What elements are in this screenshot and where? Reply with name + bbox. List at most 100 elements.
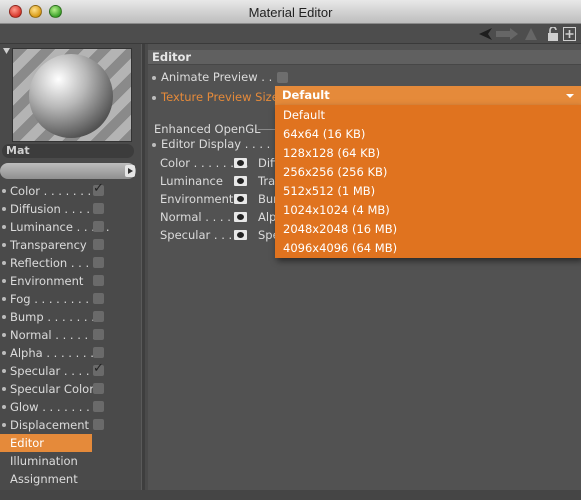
channel-dot bbox=[2, 207, 6, 211]
channel-label: Color . . . . . . . . bbox=[10, 184, 99, 198]
channel-dot bbox=[2, 333, 6, 337]
channel-item[interactable]: Color . . . . . . . . bbox=[0, 180, 108, 200]
channel-label: Diffusion . . . . . . bbox=[10, 202, 105, 216]
channel-item[interactable]: Specular . . . . . bbox=[0, 360, 108, 380]
new-window-icon[interactable] bbox=[563, 27, 576, 41]
channel-dot bbox=[2, 315, 6, 319]
channel-checkbox[interactable] bbox=[93, 203, 104, 214]
channel-checkbox[interactable] bbox=[93, 275, 104, 286]
menu-item[interactable]: 64x64 (16 KB) bbox=[283, 125, 365, 144]
window-title: Material Editor bbox=[248, 5, 333, 20]
menu-item[interactable]: 512x512 (1 MB) bbox=[283, 182, 375, 201]
menu-item[interactable]: 4096x4096 (64 MB) bbox=[283, 239, 397, 258]
channel-label: Fog . . . . . . . . . bbox=[10, 292, 97, 306]
channel-label: Specular . . . . . bbox=[10, 364, 97, 378]
display-label: Normal . . . . . bbox=[160, 210, 239, 224]
channel-label: Reflection . . . . bbox=[10, 256, 97, 270]
channel-checkbox[interactable] bbox=[93, 221, 104, 232]
channel-item[interactable]: Specular Color bbox=[0, 380, 108, 398]
unlock-icon[interactable] bbox=[547, 27, 559, 41]
eye-icon[interactable] bbox=[234, 194, 247, 204]
up-arrow-icon[interactable] bbox=[524, 27, 538, 41]
eye-icon[interactable] bbox=[234, 176, 247, 186]
channel-checkbox[interactable] bbox=[93, 293, 104, 304]
animate-preview-label: Animate Preview . . . . bbox=[161, 70, 287, 84]
channel-checkbox[interactable] bbox=[93, 401, 104, 412]
channel-checkbox[interactable] bbox=[93, 257, 104, 268]
preview-menu-icon[interactable] bbox=[3, 48, 10, 54]
channel-label: Glow . . . . . . . . bbox=[10, 400, 98, 414]
back-arrow-icon[interactable] bbox=[478, 27, 494, 41]
channel-dot bbox=[2, 225, 6, 229]
channel-item[interactable]: Editor bbox=[0, 434, 92, 452]
channel-item[interactable]: Alpha . . . . . . . . bbox=[0, 344, 108, 362]
menu-item[interactable]: 1024x1024 (4 MB) bbox=[283, 201, 390, 220]
texture-preview-size-label: Texture Preview Size bbox=[161, 90, 279, 104]
display-label: Environment bbox=[160, 192, 234, 206]
animate-preview-checkbox[interactable] bbox=[277, 72, 288, 83]
eye-icon[interactable] bbox=[234, 212, 247, 222]
channel-item[interactable]: Bump . . . . . . . . bbox=[0, 308, 108, 326]
channel-label: Assignment bbox=[10, 472, 78, 486]
channel-item[interactable]: Glow . . . . . . . . bbox=[0, 398, 108, 416]
animate-preview-dot bbox=[152, 75, 156, 80]
menu-item[interactable]: 256x256 (256 KB) bbox=[283, 163, 387, 182]
toolbar bbox=[0, 24, 581, 44]
channel-checkbox[interactable] bbox=[93, 347, 104, 358]
material-preview[interactable] bbox=[12, 48, 132, 142]
channel-checkbox[interactable] bbox=[93, 419, 104, 430]
channel-label: Specular Color bbox=[10, 382, 94, 396]
dropdown-selected-value: Default bbox=[282, 88, 330, 102]
chevron-down-icon bbox=[566, 94, 574, 98]
channel-dot bbox=[2, 279, 6, 283]
channel-dot bbox=[2, 405, 6, 409]
channel-checkbox[interactable] bbox=[93, 180, 104, 198]
bottom-edge bbox=[0, 490, 581, 500]
forward-arrow-icon[interactable] bbox=[494, 27, 520, 41]
channel-item[interactable]: Environment bbox=[0, 272, 108, 290]
channel-panel: Mat Color . . . . . . . . Diffusion . . .… bbox=[0, 44, 141, 500]
channel-label: Bump . . . . . . . . bbox=[10, 310, 103, 324]
channel-checkbox[interactable] bbox=[93, 383, 104, 394]
channel-item[interactable]: Reflection . . . . bbox=[0, 254, 108, 272]
eye-icon[interactable] bbox=[234, 230, 247, 240]
preview-sphere bbox=[29, 54, 113, 138]
channel-dot bbox=[2, 351, 6, 355]
editor-display-label: Editor Display . . . . . . . bbox=[161, 137, 293, 151]
channel-item[interactable]: Diffusion . . . . . . bbox=[0, 200, 108, 218]
channel-checkbox[interactable] bbox=[93, 311, 104, 322]
channel-item[interactable]: Luminance . . . . . bbox=[0, 218, 109, 236]
editor-display-row: Editor Display . . . . . . . bbox=[152, 137, 292, 151]
display-label: Luminance bbox=[160, 174, 223, 188]
menu-item[interactable]: 2048x2048 (16 MB) bbox=[283, 220, 397, 239]
channel-label: Transparency bbox=[10, 238, 87, 252]
channel-label: Editor bbox=[10, 436, 45, 450]
animate-preview-row: Animate Preview . . . . bbox=[152, 70, 287, 84]
channel-checkbox[interactable] bbox=[93, 239, 104, 250]
menu-item[interactable]: 128x128 (64 KB) bbox=[283, 144, 380, 163]
scroll-right-icon[interactable] bbox=[125, 165, 135, 177]
eye-icon[interactable] bbox=[234, 158, 247, 168]
channel-dot bbox=[2, 387, 6, 391]
horizontal-scrollbar[interactable] bbox=[0, 163, 136, 179]
channel-item[interactable]: Illumination bbox=[0, 452, 108, 470]
title-bar: Material Editor bbox=[0, 0, 581, 24]
channel-item[interactable]: Normal . . . . . . . bbox=[0, 326, 108, 344]
material-name-field[interactable]: Mat bbox=[2, 144, 134, 158]
section-title: Editor bbox=[148, 50, 581, 65]
channel-dot bbox=[2, 369, 6, 373]
panel-divider[interactable] bbox=[141, 44, 145, 500]
channel-dot bbox=[2, 423, 6, 427]
channel-item[interactable]: Fog . . . . . . . . . bbox=[0, 290, 108, 308]
channel-checkbox[interactable] bbox=[93, 329, 104, 340]
channel-item[interactable]: Displacement bbox=[0, 416, 108, 434]
channel-label: Normal . . . . . . . bbox=[10, 328, 103, 342]
texture-preview-size-dot bbox=[152, 95, 156, 100]
channel-item[interactable]: Assignment bbox=[0, 470, 108, 488]
texture-preview-size-dropdown[interactable]: Default bbox=[275, 86, 581, 105]
channel-checkbox[interactable] bbox=[93, 360, 104, 378]
menu-item[interactable]: Default bbox=[283, 106, 325, 125]
channel-item[interactable]: Transparency bbox=[0, 236, 108, 254]
channel-dot bbox=[2, 297, 6, 301]
texture-preview-size-row: Texture Preview Size bbox=[152, 90, 279, 104]
